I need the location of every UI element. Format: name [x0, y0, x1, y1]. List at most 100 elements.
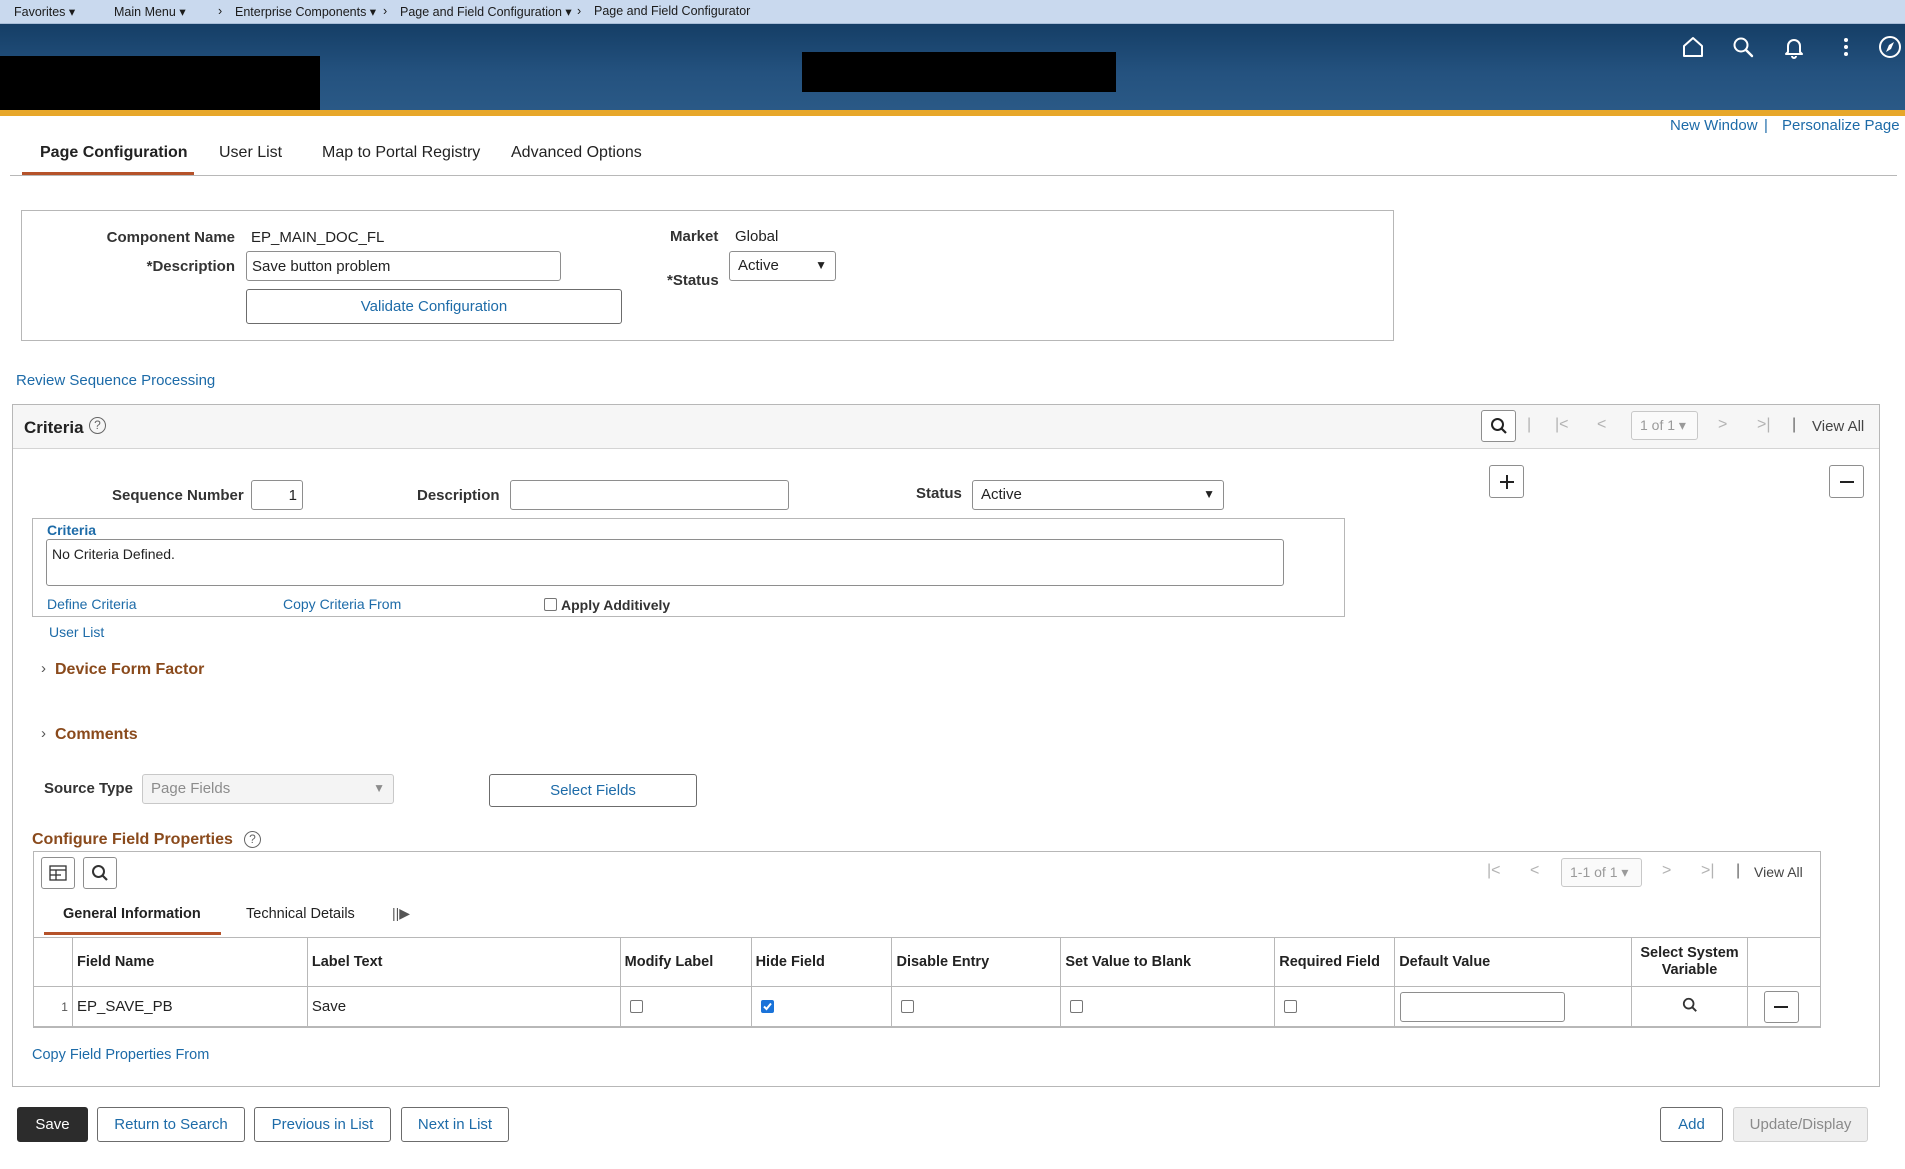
previous-page-icon[interactable]: < [1597, 416, 1606, 434]
find-in-grid-button[interactable] [1481, 410, 1516, 442]
subtab-general-information[interactable]: General Information [63, 906, 201, 922]
navbar-compass-icon[interactable] [1876, 30, 1905, 64]
status-select[interactable]: Active ▼ [729, 251, 836, 281]
top-navigation-bar: Favorites ▾ Main Menu ▾ › Enterprise Com… [0, 0, 1905, 24]
subtab-technical-details[interactable]: Technical Details [246, 906, 355, 922]
review-sequence-processing-link[interactable]: Review Sequence Processing [16, 372, 215, 389]
next-page-icon[interactable]: > [1662, 862, 1671, 880]
criteria-status-label: Status [916, 485, 962, 502]
device-form-factor-section[interactable]: Device Form Factor [55, 661, 204, 679]
breadcrumb-enterprise-components[interactable]: Enterprise Components ▾ [235, 4, 376, 19]
comments-section[interactable]: Comments [55, 726, 138, 744]
help-icon[interactable]: ? [244, 831, 261, 848]
home-icon[interactable] [1676, 30, 1710, 64]
col-field-name: Field Name [71, 937, 308, 987]
favorites-menu[interactable]: Favorites ▾ [14, 4, 75, 19]
help-icon[interactable]: ? [89, 417, 106, 434]
chevron-down-icon: ▼ [815, 258, 827, 272]
component-name-label: Component Name [106, 229, 235, 246]
show-all-columns-icon[interactable]: ||▶ [392, 905, 410, 922]
delete-row-button[interactable] [1763, 991, 1799, 1023]
tab-user-list[interactable]: User List [219, 144, 282, 162]
disable-entry-checkbox[interactable] [901, 1000, 915, 1013]
personalize-page-link[interactable]: Personalize Page [1782, 117, 1900, 134]
main-menu[interactable]: Main Menu ▾ [114, 4, 186, 19]
sequence-number-input[interactable] [251, 480, 303, 510]
status-select-value: Active [738, 257, 779, 274]
col-set-value-to-blank: Set Value to Blank [1060, 937, 1276, 987]
delete-row-button[interactable] [1829, 465, 1864, 498]
personalize-grid-button[interactable] [41, 857, 75, 889]
grid-view-all-link[interactable]: View All [1754, 864, 1803, 880]
breadcrumb-label: Enterprise Components [235, 5, 367, 19]
breadcrumb-label: Page and Field Configuration [400, 5, 562, 19]
hide-field-checkbox[interactable] [760, 1000, 774, 1013]
new-window-link[interactable]: New Window [1670, 117, 1758, 134]
add-button[interactable]: Add [1660, 1107, 1723, 1142]
return-to-search-button[interactable]: Return to Search [97, 1107, 245, 1142]
col-default-value: Default Value [1394, 937, 1633, 987]
first-page-icon[interactable]: |< [1555, 416, 1569, 434]
plus-icon [1499, 474, 1514, 489]
tab-map-to-portal-registry[interactable]: Map to Portal Registry [322, 144, 480, 162]
criteria-text-area[interactable]: No Criteria Defined. [46, 539, 1284, 586]
chevron-right-icon[interactable]: › [41, 725, 46, 742]
system-variable-cell [1631, 986, 1748, 1027]
select-fields-button[interactable]: Select Fields [489, 774, 697, 807]
row-actions-header [1746, 937, 1822, 987]
save-button[interactable]: Save [17, 1107, 88, 1142]
required-field-cell [1274, 986, 1396, 1027]
breadcrumb-separator: › [218, 4, 223, 18]
notification-bell-icon[interactable] [1777, 30, 1811, 64]
modify-label-checkbox[interactable] [629, 1000, 643, 1013]
breadcrumb-page-field-configuration[interactable]: Page and Field Configuration ▾ [400, 4, 572, 19]
copy-field-properties-link[interactable]: Copy Field Properties From [32, 1047, 209, 1063]
market-label: Market [670, 228, 719, 245]
define-criteria-link[interactable]: Define Criteria [47, 596, 136, 612]
required-field-checkbox[interactable] [1284, 1000, 1298, 1013]
next-page-icon[interactable]: > [1718, 416, 1727, 434]
breadcrumb-page-field-configurator[interactable]: Page and Field Configurator [594, 4, 750, 18]
set-value-blank-checkbox[interactable] [1070, 1000, 1084, 1013]
chevron-right-icon[interactable]: › [41, 660, 46, 677]
hide-field-cell [750, 986, 893, 1027]
previous-in-list-button[interactable]: Previous in List [254, 1107, 391, 1142]
last-page-icon[interactable]: >| [1701, 862, 1715, 880]
active-subtab-indicator [44, 932, 221, 935]
search-icon[interactable] [1726, 30, 1760, 64]
minus-icon [1774, 1006, 1789, 1008]
header-accent-stripe [0, 110, 1905, 116]
actions-menu-icon[interactable] [1829, 30, 1863, 64]
tab-advanced-options[interactable]: Advanced Options [511, 144, 642, 162]
previous-page-icon[interactable]: < [1530, 862, 1539, 880]
search-icon[interactable] [1682, 997, 1698, 1013]
grid-page-indicator-select[interactable]: 1-1 of 1 ▾ [1561, 858, 1642, 887]
row-number: 1 [33, 986, 73, 1027]
apply-additively-label: Apply Additively [561, 597, 671, 613]
view-all-link[interactable]: View All [1812, 418, 1864, 435]
criteria-description-input[interactable] [510, 480, 789, 510]
criteria-definition-label: Criteria [47, 522, 97, 538]
description-input[interactable] [246, 251, 561, 281]
apply-additively-checkbox[interactable] [544, 598, 557, 611]
search-icon [1490, 418, 1507, 434]
default-value-input[interactable] [1400, 992, 1566, 1022]
grid-find-button[interactable] [83, 857, 117, 889]
status-label: *Status [667, 272, 719, 289]
configure-field-properties-title: Configure Field Properties [32, 831, 233, 848]
copy-criteria-from-link[interactable]: Copy Criteria From [283, 596, 401, 612]
page-indicator-select[interactable]: 1 of 1 ▾ [1631, 411, 1698, 440]
col-select-system-variable: Select System Variable [1631, 937, 1748, 987]
next-in-list-button[interactable]: Next in List [401, 1107, 509, 1142]
col-label-text: Label Text [306, 937, 621, 987]
tab-page-configuration[interactable]: Page Configuration [40, 144, 188, 162]
last-page-icon[interactable]: >| [1757, 416, 1771, 434]
add-row-button[interactable] [1489, 465, 1524, 498]
validate-configuration-button[interactable]: Validate Configuration [246, 289, 622, 324]
chevron-down-icon: ▼ [1203, 487, 1215, 501]
description-label: *Description [146, 258, 235, 275]
first-page-icon[interactable]: |< [1487, 862, 1501, 880]
toolbar-separator: | [1527, 416, 1532, 433]
user-list-link[interactable]: User List [49, 624, 104, 640]
criteria-status-select[interactable]: Active ▼ [972, 480, 1224, 510]
